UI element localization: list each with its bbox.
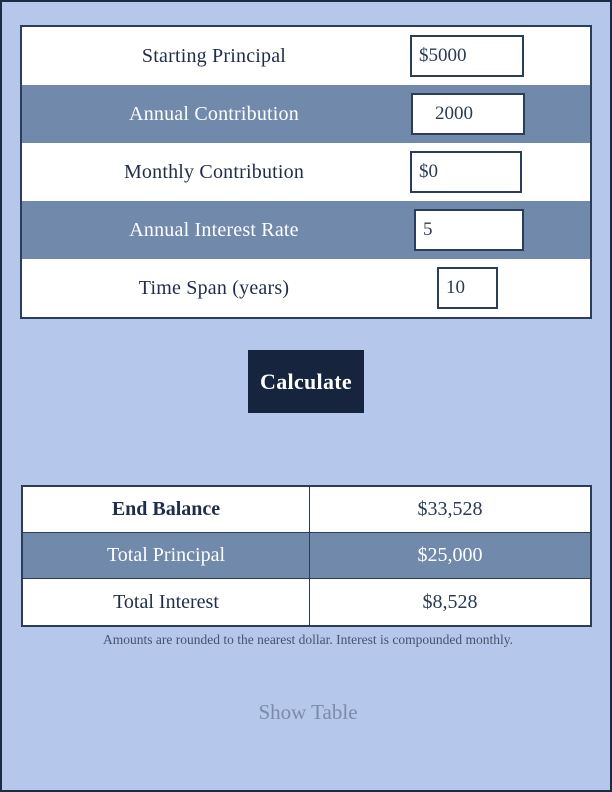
input-label-annual-contribution: Annual Contribution	[129, 102, 299, 125]
results-table: End Balance $33,528 Total Principal $25,…	[21, 485, 592, 627]
input-row-annual-contribution: Annual Contribution 2000	[22, 85, 590, 143]
annual-contribution-input[interactable]: 2000	[411, 93, 525, 135]
input-row-monthly-contribution: Monthly Contribution $0	[22, 143, 590, 201]
results-value-end-balance: $33,528	[417, 498, 483, 520]
results-row-total-principal: Total Principal $25,000	[23, 533, 590, 579]
annual-interest-rate-input[interactable]: 5	[414, 209, 524, 251]
results-label-total-principal: Total Principal	[23, 533, 310, 578]
input-row-time-span: Time Span (years) 10	[22, 259, 590, 317]
input-field-wrap-time-span: 10	[410, 267, 590, 309]
calculator-page: Starting Principal $5000 Annual Contribu…	[0, 0, 612, 792]
input-field-wrap-annual-contribution: 2000	[410, 93, 590, 135]
show-table-link[interactable]: Show Table	[2, 700, 612, 725]
footnote-text: Amounts are rounded to the nearest dolla…	[102, 632, 514, 647]
input-field-wrap-starting-principal: $5000	[410, 35, 590, 77]
monthly-contribution-input[interactable]: $0	[410, 151, 522, 193]
results-value-total-interest: $8,528	[422, 590, 478, 613]
input-label-starting-principal: Starting Principal	[141, 44, 287, 67]
input-row-starting-principal: Starting Principal $5000	[22, 27, 590, 85]
time-span-input[interactable]: 10	[437, 267, 498, 309]
input-field-wrap-annual-interest-rate: 5	[410, 209, 590, 251]
input-label-annual-interest-rate: Annual Interest Rate	[129, 218, 299, 241]
starting-principal-input[interactable]: $5000	[410, 35, 524, 77]
results-value-total-principal: $25,000	[417, 544, 483, 566]
results-row-total-interest: Total Interest $8,528	[23, 579, 590, 625]
results-row-end-balance: End Balance $33,528	[23, 487, 590, 533]
input-form-table: Starting Principal $5000 Annual Contribu…	[20, 25, 592, 319]
calculate-button[interactable]: Calculate	[248, 350, 364, 413]
input-field-wrap-monthly-contribution: $0	[410, 151, 590, 193]
input-row-annual-interest-rate: Annual Interest Rate 5	[22, 201, 590, 259]
results-label-end-balance: End Balance	[23, 487, 310, 532]
input-label-monthly-contribution: Monthly Contribution	[123, 160, 305, 183]
input-label-time-span: Time Span (years)	[138, 276, 290, 299]
results-label-total-interest: Total Interest	[23, 579, 310, 625]
